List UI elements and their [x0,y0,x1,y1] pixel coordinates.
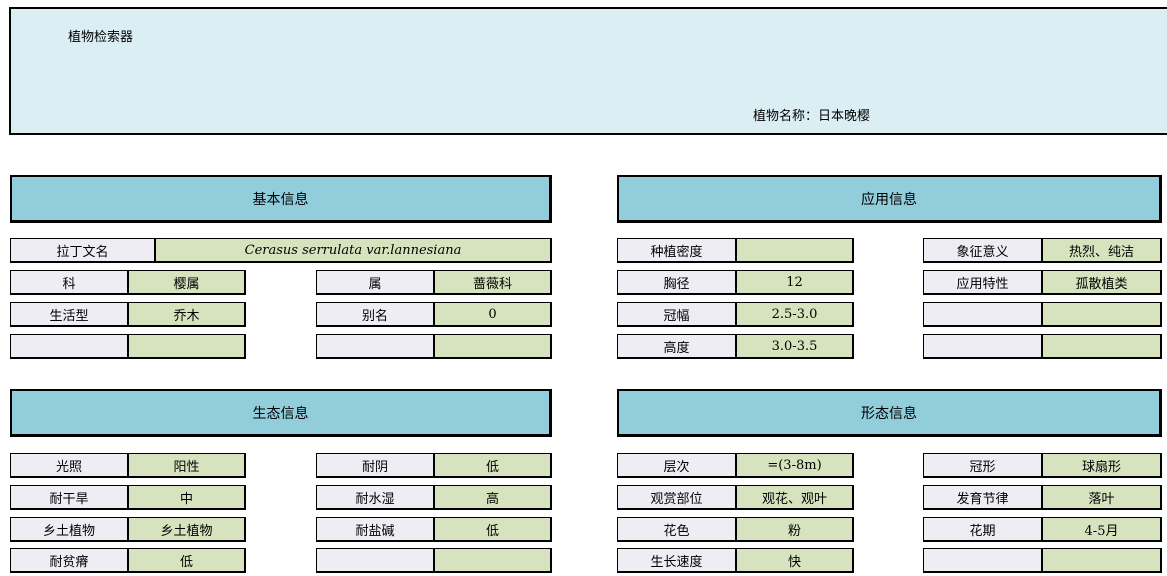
use-value: 孤散植类 [1042,270,1162,295]
app-title: 植物检索器 [68,30,134,45]
plant-name-display: 植物名称：日本晚樱 [753,105,870,124]
dbh-label: 胸径 [617,270,737,295]
latin-name-label: 拉丁文名 [10,238,156,263]
empty-value-cell [434,548,552,573]
alias-label: 别名 [316,302,435,327]
density-value [736,238,854,263]
bloom-value: 4-5月 [1042,517,1162,542]
empty-label-cell [923,548,1043,573]
empty-value-cell [1042,334,1162,359]
native-value: 乡土植物 [128,517,246,542]
symbol-value: 热烈、纯洁 [1042,238,1162,263]
section-application-title: 应用信息 [617,175,1162,223]
alias-value: 0 [434,302,552,327]
growth-value: 快 [736,548,854,573]
layer-value: =(3-8m) [736,453,854,478]
salt-value: 低 [434,517,552,542]
empty-label-cell [316,548,435,573]
empty-label-cell [923,302,1043,327]
crown-width-label: 冠幅 [617,302,737,327]
drought-value: 中 [128,485,246,510]
family-label: 科 [10,270,129,295]
section-ecology-title: 生态信息 [10,389,552,437]
empty-label-cell [923,334,1043,359]
shade-value: 低 [434,453,552,478]
growth-label: 生长速度 [617,548,737,573]
bloom-label: 花期 [923,517,1043,542]
lifeform-value: 乔木 [128,302,246,327]
header-panel: 植物检索器 植物名称：日本晚樱 [9,7,1167,135]
rhythm-value: 落叶 [1042,485,1162,510]
wet-value: 高 [434,485,552,510]
empty-value-cell [434,334,552,359]
ornamental-label: 观赏部位 [617,485,737,510]
flower-color-value: 粉 [736,517,854,542]
family-value: 樱属 [128,270,246,295]
salt-label: 耐盐碱 [316,517,435,542]
plant-name-label: 植物名称： [753,109,819,124]
drought-label: 耐干旱 [10,485,129,510]
lifeform-label: 生活型 [10,302,129,327]
native-label: 乡土植物 [10,517,129,542]
section-basic-title: 基本信息 [10,175,552,223]
crown-shape-value: 球扇形 [1042,453,1162,478]
section-morphology-title: 形态信息 [617,389,1162,437]
empty-label-cell [10,334,129,359]
layer-label: 层次 [617,453,737,478]
crown-width-value: 2.5-3.0 [736,302,854,327]
empty-value-cell [1042,548,1162,573]
ornamental-value: 观花、观叶 [736,485,854,510]
genus-value: 蔷薇科 [434,270,552,295]
genus-label: 属 [316,270,435,295]
light-label: 光照 [10,453,129,478]
dbh-value: 12 [736,270,854,295]
plant-name-value: 日本晚樱 [818,109,871,124]
height-value: 3.0-3.5 [736,334,854,359]
height-label: 高度 [617,334,737,359]
rhythm-label: 发育节律 [923,485,1043,510]
shade-label: 耐阴 [316,453,435,478]
crown-shape-label: 冠形 [923,453,1043,478]
light-value: 阳性 [128,453,246,478]
use-label: 应用特性 [923,270,1043,295]
poor-soil-value: 低 [128,548,246,573]
symbol-label: 象征意义 [923,238,1043,263]
poor-soil-label: 耐贫瘠 [10,548,129,573]
flower-color-label: 花色 [617,517,737,542]
density-label: 种植密度 [617,238,737,263]
empty-value-cell [128,334,246,359]
wet-label: 耐水湿 [316,485,435,510]
latin-name-value: Cerasus serrulata var.lannesiana [155,238,552,263]
empty-value-cell [1042,302,1162,327]
empty-label-cell [316,334,435,359]
